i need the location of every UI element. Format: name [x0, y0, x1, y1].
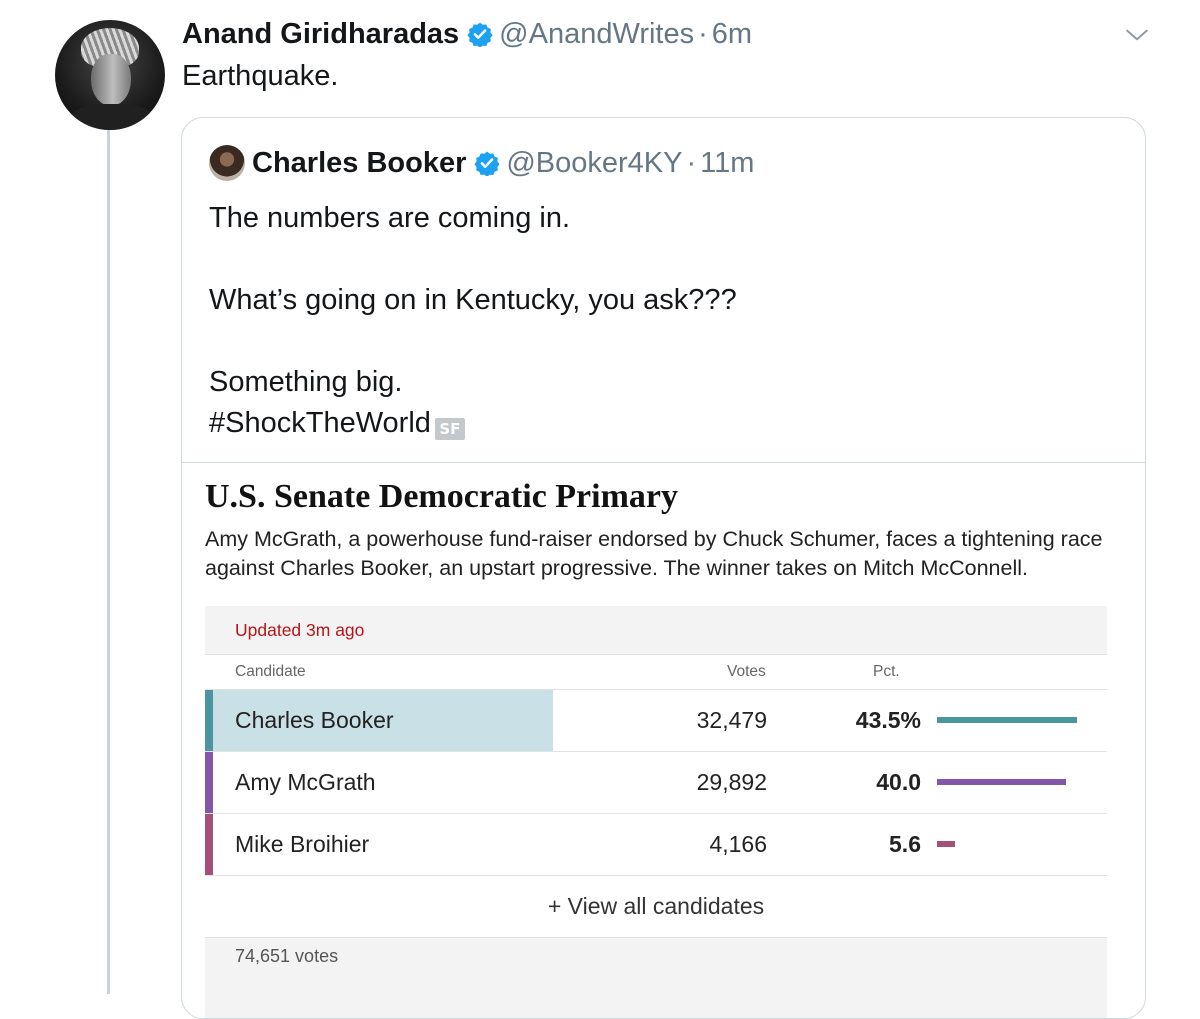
- sf-emoji-icon: SF: [434, 418, 465, 440]
- table-row: Charles Booker 32,479 43.5%: [205, 690, 1107, 752]
- results-table: Candidate Votes Pct. Charles Booker 32,47…: [205, 654, 1107, 938]
- quoted-tweet-text: The numbers are coming in. What’s going …: [209, 198, 1109, 444]
- candidate-pct-bar: [937, 717, 1077, 723]
- candidate-votes: 4,166: [709, 831, 767, 857]
- author-avatar[interactable]: [55, 20, 165, 130]
- updated-label: Updated 3m ago: [235, 620, 365, 640]
- results-headline: U.S. Senate Democratic Primary: [205, 478, 679, 515]
- total-votes: 74,651 votes: [235, 946, 339, 966]
- tweet-text: Earthquake.: [182, 60, 339, 92]
- thread-line: [107, 130, 110, 994]
- quoted-tweet-header: Charles Booker @Booker4KY · 11m: [252, 143, 754, 183]
- hashtag-link: #ShockTheWorld: [209, 407, 431, 439]
- candidate-pct: 40.0: [876, 769, 921, 795]
- tweet-header: Anand Giridharadas @AnandWrites · 6m: [182, 14, 752, 54]
- author-name[interactable]: Anand Giridharadas: [182, 18, 459, 51]
- chevron-down-icon[interactable]: [1124, 22, 1150, 48]
- author-handle[interactable]: @AnandWrites: [499, 18, 694, 51]
- candidate-pct-bar: [937, 841, 955, 847]
- candidate-votes: 29,892: [696, 769, 767, 795]
- candidate-pct: 5.6: [889, 831, 921, 857]
- candidate-votes: 32,479: [696, 707, 767, 733]
- table-row: Mike Broihier 4,166 5.6: [205, 814, 1107, 876]
- quoted-tweet-timestamp: 11m: [700, 146, 755, 179]
- separator-dot: ·: [686, 146, 697, 179]
- view-all-label: + View all candidates: [547, 893, 765, 919]
- media-divider: [182, 462, 1145, 463]
- verified-badge-icon: [467, 22, 493, 47]
- quoted-text-line: The numbers are coming in.: [209, 202, 571, 234]
- candidate-name: Amy McGrath: [235, 769, 376, 795]
- separator-dot: ·: [698, 17, 708, 50]
- quoted-author-handle: @Booker4KY: [506, 146, 683, 179]
- quoted-author-avatar: [209, 145, 245, 181]
- candidate-color-stripe: [205, 814, 213, 875]
- candidate-color-stripe: [205, 690, 213, 751]
- quoted-author-name: Charles Booker: [252, 146, 467, 179]
- quoted-tweet-card[interactable]: Charles Booker @Booker4KY · 11m The numb…: [181, 117, 1146, 1019]
- quoted-text-line: What’s going on in Kentucky, you ask???: [209, 284, 737, 316]
- results-table-panel: Updated 3m ago Candidate Votes Pct. Char…: [205, 606, 1107, 1018]
- candidate-pct: 43.5%: [855, 707, 921, 733]
- candidate-name: Charles Booker: [235, 707, 394, 733]
- candidate-pct-bar: [937, 779, 1066, 785]
- table-row: Amy McGrath 29,892 40.0: [205, 752, 1107, 814]
- quoted-text-line: Something big.: [209, 366, 403, 398]
- view-all-candidates: + View all candidates: [205, 876, 1107, 938]
- col-candidate: Candidate: [235, 663, 306, 680]
- results-subhead: Amy McGrath, a powerhouse fund-raiser en…: [205, 527, 1103, 580]
- col-pct: Pct.: [873, 663, 900, 680]
- candidate-color-stripe: [205, 752, 213, 813]
- candidate-name: Mike Broihier: [235, 831, 370, 857]
- table-header: Candidate Votes Pct.: [205, 655, 1107, 690]
- verified-badge-icon: [474, 151, 500, 176]
- tweet-timestamp[interactable]: 6m: [712, 18, 752, 51]
- col-votes: Votes: [727, 663, 766, 680]
